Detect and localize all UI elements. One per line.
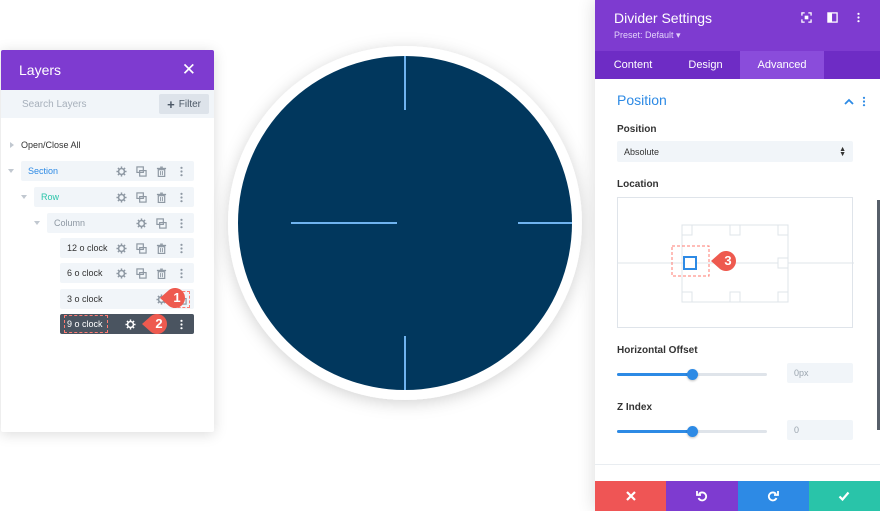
horizontal-offset-label: Horizontal Offset [617, 345, 698, 356]
split-view-icon[interactable] [826, 11, 838, 23]
layer-section-label: Section [28, 166, 59, 176]
more-options-icon[interactable] [175, 217, 188, 230]
settings-tabs: Content Design Advanced [595, 51, 880, 79]
position-label: Position [617, 124, 657, 135]
location-label: Location [617, 179, 659, 190]
layers-title: Layers [19, 62, 62, 78]
more-options-icon[interactable] [175, 267, 188, 280]
layers-header: Layers ✕ [1, 50, 214, 90]
plus-icon: + [167, 96, 175, 112]
z-index-input[interactable] [787, 420, 853, 440]
horizontal-offset-slider[interactable] [617, 369, 767, 380]
gear-icon[interactable] [135, 217, 148, 230]
tab-content[interactable]: Content [595, 51, 671, 79]
layers-panel: Layers ✕ + Filter Open/Close All Section [1, 50, 214, 432]
more-options-icon[interactable] [175, 242, 188, 255]
collapse-arrow-icon[interactable] [21, 195, 27, 199]
horizontal-offset-input[interactable] [787, 363, 853, 383]
check-icon [839, 491, 850, 502]
fullscreen-icon[interactable] [800, 11, 812, 23]
z-index-label: Z Index [617, 402, 653, 413]
slider-handle[interactable] [687, 369, 698, 380]
collapse-arrow-icon[interactable] [34, 221, 40, 225]
chevron-up-icon[interactable] [844, 94, 854, 112]
more-options-icon[interactable] [175, 191, 188, 204]
clock-preview [228, 46, 583, 401]
layers-search-row: + Filter [1, 90, 214, 118]
undo-icon [695, 491, 707, 502]
trash-icon[interactable] [155, 165, 168, 178]
more-options-icon[interactable] [852, 11, 864, 23]
tab-advanced[interactable]: Advanced [740, 51, 824, 79]
z-index-slider[interactable] [617, 426, 767, 437]
trash-icon[interactable] [155, 191, 168, 204]
discard-button[interactable] [595, 481, 667, 511]
filter-button[interactable]: + Filter [159, 94, 209, 114]
duplicate-icon[interactable] [135, 242, 148, 255]
layer-module-12-o-clock[interactable]: 12 o clock [60, 238, 194, 258]
more-options-icon[interactable] [862, 94, 866, 112]
gear-icon[interactable] [115, 242, 128, 255]
location-picker[interactable]: 3 [617, 197, 854, 328]
close-icon[interactable]: ✕ [182, 60, 196, 80]
layer-module-label: 3 o clock [67, 294, 103, 304]
layer-module-label: 6 o clock [67, 268, 103, 278]
position-select[interactable]: Absolute ▲ ▼ [617, 141, 853, 162]
collapse-arrow-icon[interactable] [8, 169, 14, 173]
callout-badge-number: 2 [155, 316, 163, 331]
callout-badge-1: 1 [160, 286, 186, 310]
section-title-position[interactable]: Position [617, 92, 667, 108]
position-select-value: Absolute [624, 146, 660, 157]
select-arrows-icon: ▲ ▼ [839, 145, 846, 158]
layer-column[interactable]: Column [47, 213, 194, 233]
tab-design[interactable]: Design [671, 51, 740, 79]
gear-icon[interactable] [115, 191, 128, 204]
layer-column-label: Column [54, 218, 86, 228]
duplicate-icon[interactable] [155, 217, 168, 230]
gear-icon[interactable] [115, 267, 128, 280]
more-options-icon[interactable] [175, 318, 188, 331]
layer-module-6-o-clock[interactable]: 6 o clock [60, 263, 194, 283]
layer-row-label: Row [41, 192, 60, 202]
callout-badge-number: 3 [724, 253, 732, 268]
save-button[interactable] [808, 481, 880, 511]
close-icon [625, 491, 636, 501]
settings-footer [595, 481, 880, 511]
section-divider [595, 464, 880, 465]
duplicate-icon[interactable] [135, 267, 148, 280]
gear-icon[interactable] [115, 165, 128, 178]
callout-badge-number: 1 [173, 290, 181, 305]
duplicate-icon[interactable] [135, 191, 148, 204]
trash-icon[interactable] [155, 267, 168, 280]
undo-button[interactable] [666, 481, 738, 511]
slider-handle[interactable] [687, 426, 698, 437]
callout-badge-2: 2 [142, 312, 168, 336]
trash-icon[interactable] [155, 242, 168, 255]
settings-header: Divider Settings Preset: Default ▾ [595, 0, 880, 51]
settings-panel: Divider Settings Preset: Default ▾ Conte… [595, 0, 880, 511]
builder-screen: Layers ✕ + Filter Open/Close All Section [0, 0, 880, 511]
slider-fill [617, 430, 692, 433]
expand-arrow-icon[interactable] [10, 142, 14, 148]
more-options-icon[interactable] [175, 165, 188, 178]
selection-dashed-outline [64, 315, 108, 333]
layer-row[interactable]: Row [34, 187, 194, 207]
settings-body: Position Position Absolute ▲▼ Location [595, 79, 880, 481]
search-layers-input[interactable] [22, 98, 142, 110]
gear-icon[interactable] [124, 318, 137, 331]
layer-module-label: 12 o clock [67, 243, 108, 253]
filter-label: Filter [178, 98, 201, 110]
redo-button[interactable] [737, 481, 809, 511]
duplicate-icon[interactable] [135, 165, 148, 178]
slider-fill [617, 373, 692, 376]
callout-badge-3: 3 [711, 249, 737, 273]
location-left-center[interactable] [683, 256, 697, 270]
clock-face-graphic [228, 46, 582, 400]
redo-icon [768, 491, 780, 502]
preset-dropdown[interactable]: Preset: Default ▾ [614, 30, 880, 41]
layer-section[interactable]: Section [21, 161, 194, 181]
open-close-all-link[interactable]: Open/Close All [21, 140, 81, 150]
